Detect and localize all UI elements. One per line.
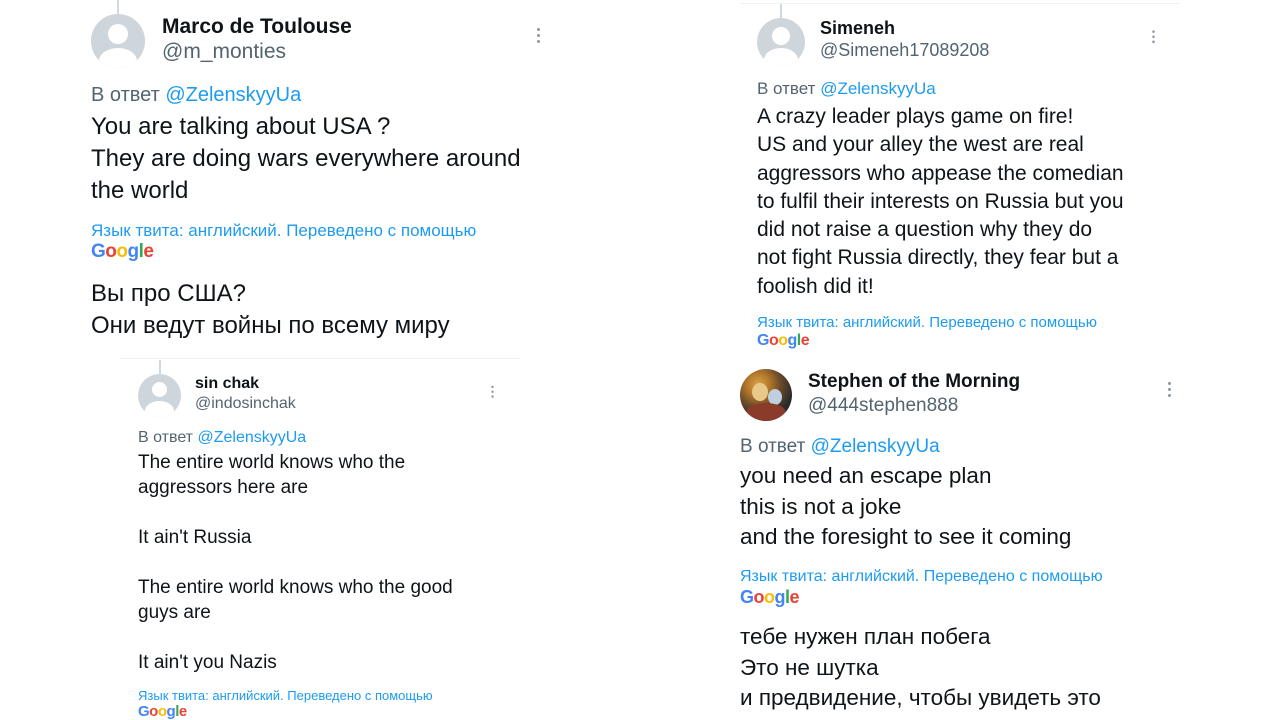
translated-line: Это не шутка [740, 654, 879, 680]
reply-context: В ответ @ZelenskyyUa [740, 436, 940, 458]
tweet-line: foolish did it! [757, 274, 874, 298]
author-name[interactable]: Simeneh [820, 18, 895, 39]
author-handle[interactable]: @m_monties [162, 40, 286, 64]
google-logo: Google [91, 241, 154, 262]
google-logo: Google [740, 587, 800, 607]
author-handle[interactable]: @444stephen888 [808, 395, 958, 417]
tweet-line [138, 628, 453, 653]
translated-text: Вы про США? Они ведут войны по всему мир… [91, 282, 450, 346]
divider [740, 3, 1180, 4]
google-logo: Google [138, 703, 187, 720]
tweet-line: They are doing wars everywhere around [91, 145, 521, 172]
avatar[interactable] [138, 374, 181, 417]
translated-text: тебе нужен план побега Это не шутка и пр… [740, 624, 1101, 718]
translation-note[interactable]: Язык твита: английский. Переведено с пом… [138, 688, 433, 703]
tweet-line: US and your alley the west are real [757, 133, 1084, 157]
tweet-text: The entire world knows who the aggressor… [138, 453, 453, 678]
tweet-line: you need an escape plan [740, 463, 992, 488]
reply-prefix: В ответ [138, 429, 194, 446]
tweet-text: A crazy leader plays game on fire! US an… [757, 106, 1124, 304]
author-name[interactable]: Marco de Toulouse [162, 15, 352, 39]
author-handle[interactable]: @indosinchak [195, 395, 296, 413]
tweet-line: the world [91, 177, 189, 204]
translated-line: и предвидение, чтобы увидеть это [740, 685, 1101, 710]
translation-note[interactable]: Язык твита: английский. Переведено с пом… [91, 221, 476, 241]
more-options-icon[interactable] [1168, 382, 1171, 400]
reply-prefix: В ответ [757, 79, 816, 98]
tweet-line: The entire world knows who the good [138, 577, 453, 598]
tweet-text: You are talking about USA ? They are doi… [91, 115, 521, 211]
tweet-line: You are talking about USA ? [91, 113, 391, 140]
author-handle[interactable]: @Simeneh17089208 [820, 40, 989, 61]
author-name[interactable]: Stephen of the Morning [808, 371, 1020, 393]
reply-context: В ответ @ZelenskyyUa [757, 79, 936, 99]
translated-line: тебе нужен план побега [740, 624, 991, 649]
more-options-icon[interactable] [491, 385, 494, 400]
avatar[interactable] [91, 14, 145, 68]
tweet-line [138, 553, 453, 578]
tweet-line: not fight Russia directly, they fear but… [757, 246, 1119, 270]
tweet-line: this is not a joke [740, 493, 902, 519]
more-options-icon[interactable] [537, 28, 540, 46]
translation-note[interactable]: Язык твита: английский. Переведено с пом… [757, 314, 1097, 331]
translation-note[interactable]: Язык твита: английский. Переведено с пом… [740, 568, 1103, 586]
author-name[interactable]: sin chak [195, 375, 259, 393]
tweet-line: aggressors here are [138, 477, 309, 498]
tweet-line: It ain't you Nazis [138, 652, 277, 673]
tweet-line: A crazy leader plays game on fire! [757, 105, 1074, 128]
tweet-line: It ain't Russia [138, 527, 252, 548]
tweet-line: The entire world knows who the [138, 452, 406, 473]
tweet-text: you need an escape plan this is not a jo… [740, 463, 1072, 557]
thread-line [117, 0, 119, 14]
reply-context: В ответ @ZelenskyyUa [138, 429, 306, 447]
divider [120, 358, 520, 359]
tweet-stephen[interactable]: Stephen of the Morning @444stephen888 В … [720, 360, 1200, 719]
reply-mention-link[interactable]: @ZelenskyyUa [165, 84, 301, 106]
avatar[interactable] [740, 369, 792, 421]
translated-line: Вы про США? [91, 280, 246, 307]
thread-line [159, 360, 161, 374]
reply-mention-link[interactable]: @ZelenskyyUa [820, 79, 936, 98]
translated-line: Они ведут войны по всему миру [91, 312, 450, 339]
tweet-line [138, 503, 453, 528]
tweet-sinchak[interactable]: sin chak @indosinchak В ответ @Zelenskyy… [120, 358, 520, 720]
tweet-simeneh[interactable]: Simeneh @Simeneh17089208 В ответ @Zelens… [740, 0, 1180, 355]
reply-prefix: В ответ [740, 436, 806, 457]
reply-mention-link[interactable]: @ZelenskyyUa [811, 436, 940, 457]
thread-line [780, 4, 782, 18]
tweet-line: guys are [138, 602, 211, 623]
tweet-line: did not raise a question why they do [757, 218, 1093, 242]
tweet-line: aggressors who appease the comedian [757, 161, 1124, 185]
reply-context: В ответ @ZelenskyyUa [91, 84, 301, 107]
tweet-line: and the foresight to see it coming [740, 524, 1072, 549]
reply-mention-link[interactable]: @ZelenskyyUa [197, 429, 306, 446]
google-logo: Google [757, 332, 810, 349]
reply-prefix: В ответ [91, 84, 160, 106]
more-options-icon[interactable] [1152, 30, 1155, 45]
avatar[interactable] [757, 18, 805, 66]
tweet-line: to fulfil their interests on Russia but … [757, 189, 1124, 213]
tweet-marco[interactable]: Marco de Toulouse @m_monties В ответ @Ze… [0, 0, 600, 350]
